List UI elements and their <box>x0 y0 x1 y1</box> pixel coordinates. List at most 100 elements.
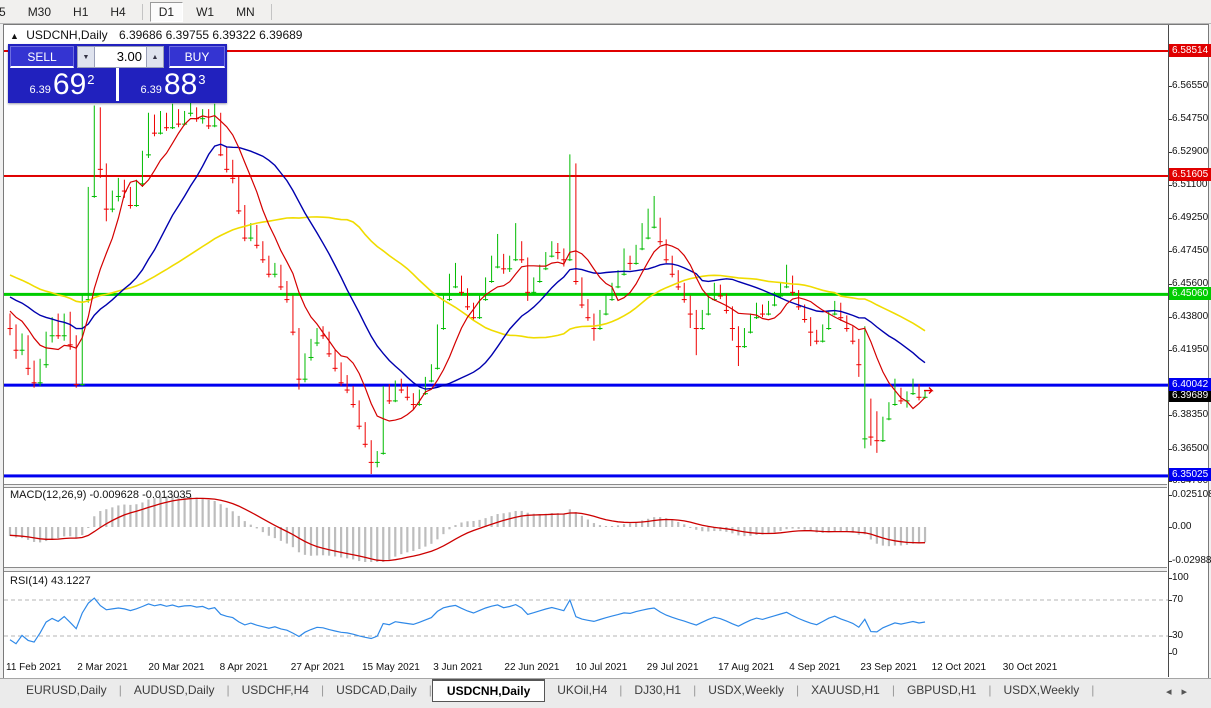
date-axis-label: 30 Oct 2021 <box>1002 662 1058 673</box>
symbol-tab-gbpusd-9[interactable]: GBPUSD,H1 <box>895 679 988 701</box>
volume-increase-button[interactable]: ▲ <box>146 46 164 68</box>
symbol-tab-ukoil-5[interactable]: UKOil,H4 <box>545 679 619 701</box>
date-axis-label: 2 Mar 2021 <box>77 662 128 673</box>
candle-down <box>687 313 693 315</box>
price-tick-label: 6.49250 <box>1172 212 1209 223</box>
symbol-tab-usdcnh-4[interactable]: USDCNH,Daily <box>431 679 546 702</box>
sell-price-quote[interactable]: 6.39 69 2 <box>8 68 116 101</box>
macd-histogram-bar <box>424 527 427 547</box>
symbol-tab-audusd-1[interactable]: AUDUSD,Daily <box>122 679 227 701</box>
candle-up <box>645 237 651 239</box>
candle-down <box>362 443 368 445</box>
candle-down <box>290 331 296 333</box>
tab-scroll-arrows: ◂▸ <box>1166 679 1211 698</box>
timeframe-button-m30[interactable]: M30 <box>19 2 60 22</box>
macd-histogram-bar <box>472 521 475 527</box>
macd-histogram-bar <box>562 513 565 527</box>
candle-up <box>79 384 85 386</box>
macd-histogram-bar <box>616 525 620 527</box>
macd-histogram-bar <box>267 527 270 536</box>
date-axis-label: 22 Jun 2021 <box>504 662 560 673</box>
panel-separator[interactable] <box>4 567 1167 572</box>
symbol-tab-usdx-10[interactable]: USDX,Weekly <box>991 679 1091 701</box>
timeframe-button-d1[interactable]: D1 <box>149 1 184 22</box>
buy-price-quote[interactable]: 6.39 88 3 <box>119 68 227 101</box>
rsi-value-line <box>9 597 926 645</box>
macd-histogram-bar <box>189 496 192 527</box>
ma-slow-line <box>9 216 926 339</box>
macd-histogram-bar <box>628 523 632 527</box>
volume-field[interactable]: 3.00 <box>95 46 146 68</box>
collapse-arrow-icon[interactable]: ▲ <box>10 31 19 41</box>
macd-histogram-bar <box>659 517 662 527</box>
candle-down <box>627 262 633 264</box>
macd-histogram-bar <box>51 527 54 540</box>
candle-down <box>675 286 681 288</box>
macd-histogram-bar <box>309 527 313 556</box>
macd-histogram-bar <box>69 527 72 537</box>
timeframe-button-5[interactable]: 5 <box>0 2 15 22</box>
macd-histogram-bar <box>430 527 433 544</box>
candle-up <box>434 367 440 369</box>
tab-scroll-right-icon[interactable]: ▸ <box>1181 686 1197 698</box>
buy-button[interactable]: BUY <box>169 46 225 68</box>
candle-down <box>218 154 224 156</box>
macd-histogram-bar <box>273 527 276 539</box>
chart-symbol-period: USDCNH,Daily <box>26 28 108 42</box>
candle-up <box>428 380 434 382</box>
macd-histogram-bar <box>153 498 156 527</box>
macd-axis-label: -0.029881 <box>1172 555 1211 566</box>
candle-down <box>585 317 591 319</box>
candle-up <box>862 438 868 440</box>
macd-histogram-bar <box>785 527 788 530</box>
candle-down <box>13 349 19 351</box>
macd-histogram-bar <box>893 527 897 546</box>
price-level-line[interactable] <box>4 383 1168 387</box>
price-tick-label: 6.43800 <box>1172 311 1209 322</box>
candle-up <box>633 262 639 264</box>
candle-down <box>856 364 862 366</box>
date-axis-label: 27 Apr 2021 <box>290 662 345 673</box>
candle-up <box>753 317 759 319</box>
candle-down <box>519 259 525 261</box>
macd-histogram-bar <box>418 527 421 550</box>
symbol-tab-usdcad-3[interactable]: USDCAD,Daily <box>324 679 429 701</box>
macd-histogram-bar <box>653 517 656 527</box>
price-level-line[interactable] <box>4 174 1168 177</box>
symbol-tab-usdchf-2[interactable]: USDCHF,H4 <box>230 679 321 701</box>
symbol-tab-xauusd-8[interactable]: XAUUSD,H1 <box>799 679 892 701</box>
candle-down <box>579 304 585 306</box>
macd-histogram-bar <box>797 527 800 529</box>
candle-up <box>886 418 892 420</box>
candle-down <box>254 244 260 246</box>
candle-down <box>591 328 597 330</box>
timeframe-button-w1[interactable]: W1 <box>187 2 223 22</box>
candle-down <box>669 273 675 275</box>
candle-up <box>272 273 278 275</box>
sell-button[interactable]: SELL <box>10 46 74 68</box>
volume-decrease-button[interactable]: ▼ <box>77 46 95 68</box>
symbol-tab-usdx-7[interactable]: USDX,Weekly <box>696 679 796 701</box>
timeframe-button-h4[interactable]: H4 <box>101 2 134 22</box>
candle-up <box>43 364 49 366</box>
candle-down <box>681 299 687 301</box>
price-level-line[interactable] <box>4 292 1168 296</box>
rsi-panel[interactable] <box>4 573 1168 658</box>
macd-histogram-bar <box>255 527 258 529</box>
timeframe-button-mn[interactable]: MN <box>227 2 264 22</box>
timeframe-button-h1[interactable]: H1 <box>64 2 97 22</box>
macd-histogram-bar <box>32 527 36 542</box>
symbol-tab-dj30-6[interactable]: DJ30,H1 <box>622 679 693 701</box>
macd-histogram-bar <box>111 507 114 527</box>
candle-down <box>404 396 410 398</box>
symbol-tab-eurusd-0[interactable]: EURUSD,Daily <box>14 679 119 701</box>
macd-histogram-bar <box>592 523 596 527</box>
toolbar-separator <box>270 3 272 20</box>
price-level-line[interactable] <box>4 474 1168 478</box>
panel-separator[interactable] <box>4 484 1167 488</box>
tab-scroll-left-icon[interactable]: ◂ <box>1166 686 1182 698</box>
date-axis-label: 15 May 2021 <box>362 662 420 673</box>
candle-up <box>639 248 645 250</box>
toolbar-separator <box>141 3 143 20</box>
candle-up <box>705 313 711 315</box>
